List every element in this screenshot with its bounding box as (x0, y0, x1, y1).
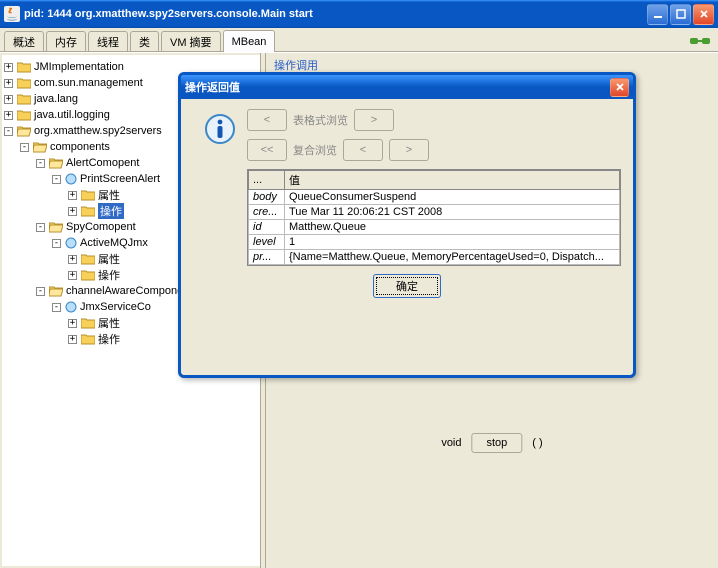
bean-icon (65, 301, 77, 313)
cell-value: 1 (285, 235, 620, 250)
folder-icon (81, 317, 95, 329)
minimize-button[interactable] (647, 4, 668, 25)
tree-label: java.util.logging (34, 109, 110, 121)
cell-key: id (249, 220, 285, 235)
tree-label: AlertComopent (66, 157, 139, 169)
main-title-text: pid: 1444 org.xmatthew.spy2servers.conso… (24, 8, 645, 20)
cell-value: Tue Mar 11 20:06:21 CST 2008 (285, 205, 620, 220)
folder-icon (17, 61, 31, 73)
folder-open-icon (17, 125, 31, 137)
cell-value: QueueConsumerSuspend (285, 190, 620, 205)
tree-label: 属性 (98, 315, 120, 331)
folder-icon (81, 333, 95, 345)
tree-label: 属性 (98, 251, 120, 267)
composite-first-button[interactable]: << (247, 139, 287, 161)
tree-label: org.xmatthew.spy2servers (34, 125, 162, 137)
table-row[interactable]: id Matthew.Queue (249, 220, 620, 235)
info-icon (204, 113, 236, 145)
maximize-button[interactable] (670, 4, 691, 25)
folder-icon (81, 205, 95, 217)
tree-label: SpyComopent (66, 221, 136, 233)
dialog-close-button[interactable] (610, 78, 629, 97)
bean-icon (65, 237, 77, 249)
dialog-title-text: 操作返回值 (185, 79, 610, 95)
cell-value: {Name=Matthew.Queue, MemoryPercentageUse… (285, 250, 620, 265)
tree-label: 操作 (98, 267, 120, 283)
composite-nav-row: << 复合浏览 < > (247, 139, 621, 161)
folder-icon (17, 93, 31, 105)
table-next-button[interactable]: > (354, 109, 394, 131)
dialog-title-bar[interactable]: 操作返回值 (181, 75, 633, 99)
stop-button[interactable]: stop (472, 433, 523, 453)
cell-key: body (249, 190, 285, 205)
tree-label: java.lang (34, 93, 78, 105)
composite-prev-button[interactable]: < (343, 139, 383, 161)
tree-label: 属性 (98, 187, 120, 203)
folder-icon (17, 109, 31, 121)
tab-mbean[interactable]: MBean (223, 30, 276, 52)
tree-label: ActiveMQJmx (80, 237, 148, 249)
cell-key: cre... (249, 205, 285, 220)
folder-icon (81, 269, 95, 281)
folder-open-icon (49, 157, 63, 169)
folder-open-icon (49, 285, 63, 297)
folder-open-icon (33, 141, 47, 153)
table-row[interactable]: level 1 (249, 235, 620, 250)
table-prev-button[interactable]: < (247, 109, 287, 131)
tree-label: 操作 (98, 203, 124, 219)
return-value-dialog: 操作返回值 < 表格式浏览 > << 复合浏览 < (178, 72, 636, 378)
return-value-table[interactable]: ... 值 body QueueConsumerSuspend cre... (247, 169, 621, 266)
tree-label: JMImplementation (34, 61, 124, 73)
main-close-button[interactable] (693, 4, 714, 25)
tab-classes[interactable]: 类 (130, 31, 159, 51)
tab-threads[interactable]: 线程 (88, 31, 128, 51)
bean-icon (65, 173, 77, 185)
table-nav-row: < 表格式浏览 > (247, 109, 621, 131)
java-app-icon (4, 6, 20, 22)
tree-label: PrintScreenAlert (80, 173, 160, 185)
cell-key: level (249, 235, 285, 250)
tree-label: 操作 (98, 331, 120, 347)
table-nav-label: 表格式浏览 (293, 112, 348, 128)
tree-label: channelAwareComponent (66, 285, 192, 297)
folder-icon (81, 253, 95, 265)
folder-open-icon (49, 221, 63, 233)
tab-overview[interactable]: 概述 (4, 31, 44, 51)
tab-vm[interactable]: VM 摘要 (161, 31, 221, 51)
tree-label: com.sun.management (34, 77, 143, 89)
table-row[interactable]: body QueueConsumerSuspend (249, 190, 620, 205)
folder-icon (17, 77, 31, 89)
table-header-value[interactable]: 值 (285, 171, 620, 190)
table-row[interactable]: pr... {Name=Matthew.Queue, MemoryPercent… (249, 250, 620, 265)
cell-value: Matthew.Queue (285, 220, 620, 235)
return-type-label: void (441, 437, 461, 449)
dialog-body: < 表格式浏览 > << 复合浏览 < > ... 值 (181, 99, 633, 375)
table-row[interactable]: cre... Tue Mar 11 20:06:21 CST 2008 (249, 205, 620, 220)
connection-status-icon (690, 34, 710, 48)
tree-label: JmxServiceCo (80, 301, 151, 313)
folder-icon (81, 189, 95, 201)
composite-nav-label: 复合浏览 (293, 142, 337, 158)
cell-key: pr... (249, 250, 285, 265)
dialog-ok-button[interactable]: 确定 (373, 274, 441, 298)
operation-invoke-row: void stop ( ) (441, 433, 542, 453)
tab-memory[interactable]: 内存 (46, 31, 86, 51)
params-parens: ( ) (532, 437, 542, 449)
tab-strip: 概述 内存 线程 类 VM 摘要 MBean (0, 28, 718, 52)
tree-label: components (50, 141, 110, 153)
main-title-bar: pid: 1444 org.xmatthew.spy2servers.conso… (0, 0, 718, 28)
table-header-key[interactable]: ... (249, 171, 285, 190)
composite-next-button[interactable]: > (389, 139, 429, 161)
